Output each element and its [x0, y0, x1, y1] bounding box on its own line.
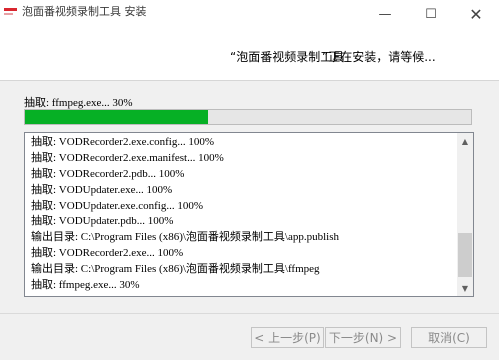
close-button[interactable]: ✕	[453, 0, 499, 28]
log-list: 抽取: VODRecorder2.exe.config... 100% 抽取: V…	[25, 133, 457, 296]
installer-window: 泡面番视频录制工具 安装 — ☐ ✕ “泡面番视频录制工具 ”正在安装，请等候.…	[0, 0, 499, 360]
log-line: 抽取: VODRecorder2.exe.config... 100%	[31, 136, 214, 148]
next-button[interactable]: 下一步(N) >	[325, 327, 401, 348]
scroll-thumb[interactable]	[458, 233, 472, 277]
progress-bar	[24, 109, 472, 125]
log-line: 抽取: VODRecorder2.pdb... 100%	[31, 167, 185, 180]
header-status: ”正在安装，请等候...	[322, 50, 436, 64]
log-line: 抽取: VODRecorder2.exe... 100%	[31, 247, 184, 260]
minimize-button[interactable]: —	[362, 0, 408, 28]
log-scrollbar[interactable]: ▲ ▼	[457, 133, 473, 296]
extract-status: 抽取: ffmpeg.exe... 30%	[24, 97, 133, 109]
back-button[interactable]: < 上一步(P)	[251, 327, 324, 348]
footer-divider	[0, 313, 499, 314]
cancel-button[interactable]: 取消(C)	[411, 327, 487, 348]
scroll-up-icon[interactable]: ▲	[457, 133, 473, 149]
log-line: 输出目录: C:\Program Files (x86)\泡面番视频录制工具\a…	[31, 231, 339, 244]
title-bar: 泡面番视频录制工具 安装 — ☐ ✕	[0, 0, 499, 28]
install-log[interactable]: 抽取: VODRecorder2.exe.config... 100% 抽取: V…	[24, 132, 474, 297]
log-line: 抽取: VODRecorder2.exe.manifest... 100%	[31, 151, 224, 164]
log-line: 抽取: VODUpdater.pdb... 100%	[31, 215, 174, 228]
progress-fill	[25, 110, 208, 124]
header-band: “泡面番视频录制工具 ”正在安装，请等候...	[0, 28, 499, 81]
maximize-button[interactable]: ☐	[408, 0, 454, 28]
app-icon	[4, 6, 17, 19]
scroll-down-icon[interactable]: ▼	[457, 280, 473, 296]
log-line: 抽取: VODUpdater.exe.config... 100%	[31, 199, 203, 212]
log-line: 抽取: ffmpeg.exe... 30%	[31, 279, 140, 292]
log-line: 抽取: VODUpdater.exe... 100%	[31, 183, 173, 196]
log-line: 输出目录: C:\Program Files (x86)\泡面番视频录制工具\f…	[31, 263, 320, 276]
window-title: 泡面番视频录制工具 安装	[22, 5, 147, 18]
